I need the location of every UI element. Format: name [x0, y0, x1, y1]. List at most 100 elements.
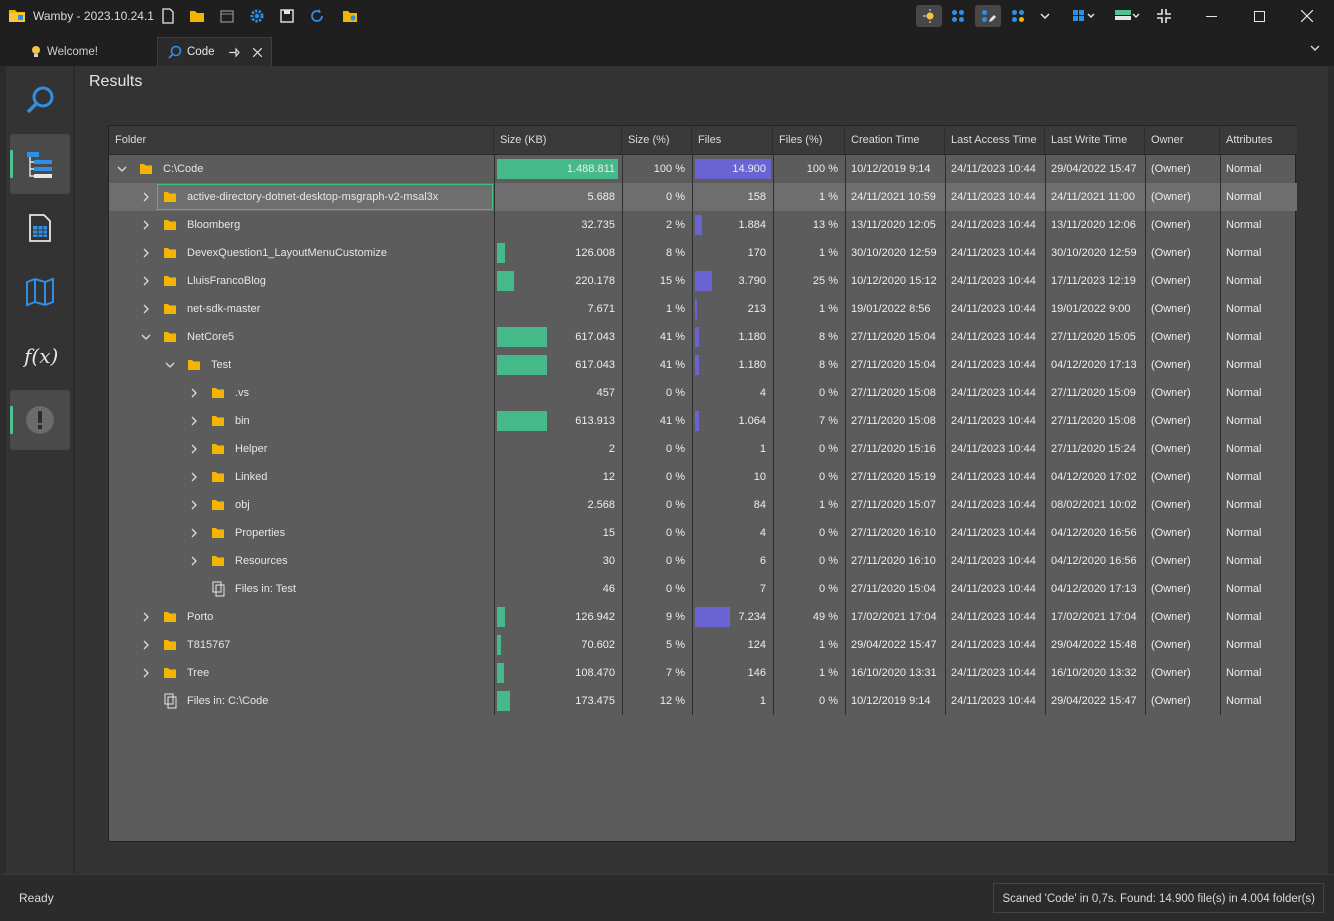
cell-owner: (Owner) — [1151, 443, 1191, 455]
rail-tree-results-button[interactable] — [10, 134, 70, 194]
table-row[interactable]: C:\Code 1.488.811 100 % 14.900 100 % 10/12/20… — [109, 155, 1297, 183]
table-row[interactable]: NetCore5 617.043 41 % 1.180 8 % 27/11/2020 15… — [109, 323, 1297, 351]
new-file-button[interactable] — [157, 5, 179, 27]
chevron-down-icon[interactable] — [117, 164, 127, 174]
cell-size-pct: 0 % — [666, 499, 685, 511]
table-row[interactable]: obj 2.568 0 % 84 1 % 27/11/2020 15:07 24/11/20… — [109, 491, 1297, 519]
cell-last-write-time: 13/11/2020 12:06 — [1051, 219, 1136, 231]
column-header-size-pct[interactable]: Size (%) — [622, 126, 692, 155]
chevron-right-icon[interactable] — [141, 220, 151, 230]
table-row[interactable]: net-sdk-master 7.671 1 % 213 1 % 19/01/2022 8… — [109, 295, 1297, 323]
status-text: Ready — [19, 891, 54, 905]
color-scheme-button[interactable] — [1110, 5, 1144, 27]
cell-files-pct: 1 % — [819, 191, 838, 203]
table-row[interactable]: Tree 108.470 7 % 146 1 % 16/10/2020 13:31 24/1… — [109, 659, 1297, 687]
rail-spreadsheet-button[interactable] — [10, 198, 70, 258]
chevron-right-icon[interactable] — [141, 276, 151, 286]
rail-function-button[interactable]: f(x) — [10, 326, 70, 386]
chevron-right-icon[interactable] — [141, 640, 151, 650]
layout-color-button[interactable] — [1007, 5, 1029, 27]
svg-text:f(x): f(x) — [23, 344, 57, 368]
layout-dropdown-button[interactable] — [1036, 5, 1054, 27]
folder-settings-button[interactable] — [339, 5, 361, 27]
column-header-attributes[interactable]: Attributes — [1220, 126, 1297, 155]
rail-search-button[interactable] — [10, 70, 70, 130]
settings-button[interactable] — [246, 5, 268, 27]
cell-files-pct: 0 % — [819, 583, 838, 595]
layout-dots-button[interactable] — [947, 5, 969, 27]
cell-last-access-time: 24/11/2023 10:44 — [951, 331, 1036, 343]
cell-last-write-time: 17/02/2021 17:04 — [1051, 611, 1137, 623]
results-tree-grid[interactable]: Folder Size (KB) Size (%) Files Files (%… — [108, 125, 1297, 842]
rail-map-button[interactable] — [10, 262, 70, 322]
table-row[interactable]: Helper 2 0 % 1 0 % 27/11/2020 15:16 24/11/2023… — [109, 435, 1297, 463]
theme-button[interactable] — [916, 5, 942, 27]
chevron-right-icon[interactable] — [141, 612, 151, 622]
table-row[interactable]: T815767 70.602 5 % 124 1 % 29/04/2022 15:47 24… — [109, 631, 1297, 659]
table-row[interactable]: .vs 457 0 % 4 0 % 27/11/2020 15:08 24/11/2023 … — [109, 379, 1297, 407]
cell-attributes: Normal — [1226, 471, 1262, 483]
refresh-button[interactable] — [306, 5, 328, 27]
folder-icon — [212, 416, 224, 426]
folder-name: obj — [235, 499, 250, 511]
column-header-last-write-time[interactable]: Last Write Time — [1045, 126, 1145, 155]
calendar-button[interactable] — [216, 5, 238, 27]
dots-grid-icon — [952, 10, 964, 22]
column-header-files-pct[interactable]: Files (%) — [773, 126, 845, 155]
layout-edit-button[interactable] — [975, 5, 1001, 27]
chevron-right-icon[interactable] — [189, 444, 199, 454]
chevron-right-icon[interactable] — [141, 304, 151, 314]
close-tab-icon[interactable] — [253, 48, 262, 57]
focus-outline — [157, 184, 493, 210]
tab-welcome[interactable]: Welcome! — [30, 37, 150, 66]
cell-size: 617.043 — [575, 331, 615, 343]
chevron-right-icon[interactable] — [141, 192, 151, 202]
chevron-right-icon[interactable] — [189, 528, 199, 538]
column-header-creation-time[interactable]: Creation Time — [845, 126, 945, 155]
column-separator — [773, 155, 774, 715]
chevron-right-icon[interactable] — [141, 248, 151, 258]
column-header-folder[interactable]: Folder — [109, 126, 494, 155]
pin-icon[interactable] — [228, 46, 241, 59]
chevron-right-icon[interactable] — [189, 556, 199, 566]
compact-button[interactable] — [1153, 5, 1175, 27]
tabs-overflow-chevron-icon[interactable] — [1309, 42, 1321, 54]
tab-code[interactable]: Code — [157, 37, 272, 66]
cell-size: 1.488.811 — [566, 163, 615, 175]
table-row[interactable]: active-directory-dotnet-desktop-msgraph-… — [109, 183, 1297, 211]
cell-last-access-time: 24/11/2023 10:44 — [951, 471, 1036, 483]
chevron-right-icon[interactable] — [189, 388, 199, 398]
column-header-files[interactable]: Files — [692, 126, 773, 155]
column-header-owner[interactable]: Owner — [1145, 126, 1220, 155]
table-row[interactable]: Linked 12 0 % 10 0 % 27/11/2020 15:19 24/11/20… — [109, 463, 1297, 491]
folder-name: Linked — [235, 471, 268, 483]
windows-layout-button[interactable] — [1068, 5, 1100, 27]
chevron-right-icon[interactable] — [189, 416, 199, 426]
cell-size-pct: 7 % — [666, 667, 685, 679]
chevron-right-icon[interactable] — [189, 500, 199, 510]
open-folder-button[interactable] — [186, 5, 208, 27]
table-row[interactable]: Porto 126.942 9 % 7.234 49 % 17/02/2021 17:04… — [109, 603, 1297, 631]
chevron-right-icon[interactable] — [141, 668, 151, 678]
table-row[interactable]: Files in: C:\Code 173.475 12 % 1 0 % 10/12/20… — [109, 687, 1297, 715]
chevron-right-icon[interactable] — [189, 472, 199, 482]
table-row[interactable]: Test 617.043 41 % 1.180 8 % 27/11/2020 15:04 2… — [109, 351, 1297, 379]
table-row[interactable]: bin 613.913 41 % 1.064 7 % 27/11/2020 15:08 24… — [109, 407, 1297, 435]
table-row[interactable]: Resources 30 0 % 6 0 % 27/11/2020 16:10 24/11/… — [109, 547, 1297, 575]
table-row[interactable]: LluisFrancoBlog 220.178 15 % 3.790 25 % 10/12… — [109, 267, 1297, 295]
chevron-down-icon[interactable] — [165, 360, 175, 370]
chevron-down-icon[interactable] — [141, 332, 151, 342]
folder-icon — [212, 556, 224, 566]
maximize-button[interactable] — [1236, 0, 1282, 32]
column-header-size[interactable]: Size (KB) — [494, 126, 622, 155]
save-button[interactable] — [276, 5, 298, 27]
close-window-button[interactable] — [1284, 0, 1330, 32]
table-row[interactable]: Properties 15 0 % 4 0 % 27/11/2020 16:10 24/11… — [109, 519, 1297, 547]
cell-size: 457 — [596, 387, 615, 399]
minimize-button[interactable] — [1188, 0, 1234, 32]
table-row[interactable]: Bloomberg 32.735 2 % 1.884 13 % 13/11/2020 12… — [109, 211, 1297, 239]
table-row[interactable]: DevexQuestion1_LayoutMenuCustomize 126.00… — [109, 239, 1297, 267]
table-row[interactable]: Files in: Test 46 0 % 7 0 % 27/11/2020 15:04 2… — [109, 575, 1297, 603]
rail-warnings-button[interactable] — [10, 390, 70, 450]
column-header-last-access-time[interactable]: Last Access Time — [945, 126, 1045, 155]
